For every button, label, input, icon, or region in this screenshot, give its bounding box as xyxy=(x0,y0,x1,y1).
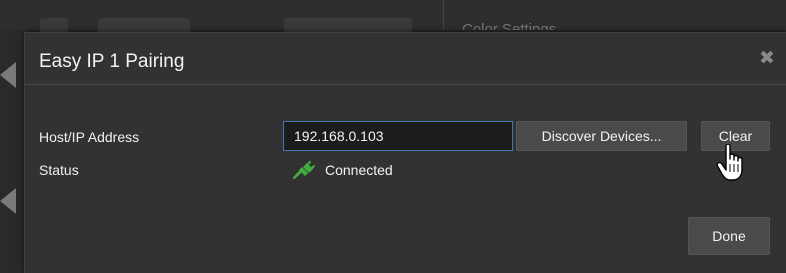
pairing-dialog: Easy IP 1 Pairing ✖ Host/IP Address Disc… xyxy=(24,32,786,273)
app-window: Color Settings Easy IP 1 Pairing ✖ Host/… xyxy=(0,0,786,273)
discover-devices-button[interactable]: Discover Devices... xyxy=(516,121,687,151)
status-indicator: Connected xyxy=(283,161,393,179)
background-toolbar: Color Settings xyxy=(0,0,786,34)
background-heading: Color Settings xyxy=(462,21,557,30)
background-divider xyxy=(443,0,444,30)
status-label: Status xyxy=(39,162,79,178)
status-value: Connected xyxy=(325,162,393,178)
dialog-title: Easy IP 1 Pairing xyxy=(39,51,185,72)
done-button[interactable]: Done xyxy=(688,217,770,255)
close-icon[interactable]: ✖ xyxy=(757,49,777,69)
dialog-header: Easy IP 1 Pairing ✖ xyxy=(25,33,786,85)
host-ip-label: Host/IP Address xyxy=(39,129,140,145)
plug-icon xyxy=(293,161,315,179)
host-ip-input[interactable] xyxy=(283,121,513,151)
hand-cursor-icon xyxy=(716,144,743,181)
